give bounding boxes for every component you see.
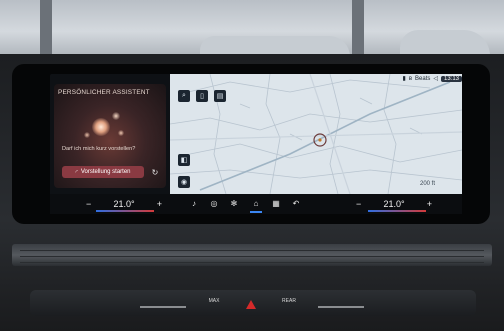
assistant-orb	[118, 130, 124, 136]
apps-button[interactable]: ▦	[268, 197, 284, 209]
showroom-pillar	[40, 0, 52, 60]
media-icon: ▮	[402, 76, 406, 82]
assistant-prompt: Darf ich mich kurz vorstellen?	[62, 146, 136, 152]
showroom-pillar	[352, 0, 364, 60]
layers-icon: ◧	[180, 157, 188, 164]
clock: 13:13	[440, 75, 462, 82]
home-active-indicator	[250, 211, 262, 213]
rear-label: REAR	[282, 298, 296, 304]
assistant-title: PERSÖNLICHER ASSISTENT	[58, 89, 150, 96]
assistant-orb	[92, 118, 110, 136]
back-button[interactable]: ↶	[288, 197, 304, 209]
refresh-icon: ↻	[151, 167, 159, 177]
start-introduction-button[interactable]: ◜ Vorstellung starten	[62, 166, 144, 178]
rear-defrost-button[interactable]: REAR	[278, 298, 300, 304]
home-button[interactable]: ⌂	[248, 197, 264, 209]
music-note-icon: ♪	[192, 198, 196, 208]
left-temp-slider[interactable]	[140, 306, 186, 308]
status-bar: ▮ ʙ Beats ◁ 13:13	[362, 74, 462, 83]
map-compass-button[interactable]: ◉	[178, 176, 190, 188]
bookmark-icon: ▯	[200, 93, 204, 100]
right-temp-minus-button[interactable]: −	[356, 199, 361, 209]
refresh-button[interactable]: ↻	[148, 166, 162, 178]
list-icon: ▤	[216, 93, 224, 100]
profile-name: Beats	[415, 75, 431, 82]
left-temp-indicator	[96, 210, 154, 212]
media-button[interactable]: ♪	[186, 197, 202, 209]
max-defrost-button[interactable]: MAX	[204, 298, 224, 304]
left-temp-value: 21.0°	[113, 199, 135, 209]
apps-grid-icon: ▦	[272, 198, 280, 208]
map-search-button[interactable]: ⌕	[178, 90, 190, 102]
left-temp-plus-button[interactable]: +	[157, 199, 162, 209]
left-temp-minus-button[interactable]: −	[86, 199, 91, 209]
right-temp-value: 21.0°	[383, 199, 405, 209]
right-temp-slider[interactable]	[318, 306, 364, 308]
right-temp-plus-button[interactable]: +	[427, 199, 432, 209]
navigation-button[interactable]: ◎	[206, 197, 222, 209]
vent-slat	[20, 256, 484, 257]
speech-icon: ◜	[75, 169, 78, 176]
right-temp-indicator	[368, 210, 426, 212]
assistant-orb	[112, 112, 120, 120]
search-icon: ⌕	[182, 92, 186, 99]
volume-icon: ◁	[433, 76, 438, 82]
vent-slat	[20, 262, 484, 263]
vent-slat	[20, 250, 484, 251]
map-favorites-button[interactable]: ▯	[196, 90, 208, 102]
start-introduction-label: Vorstellung starten	[80, 169, 131, 175]
assistant-orb	[84, 132, 90, 138]
hazard-warning-button[interactable]	[246, 300, 256, 309]
map-settings-button[interactable]: ▤	[214, 90, 226, 102]
home-icon: ⌂	[253, 198, 259, 208]
map-layers-button[interactable]: ◧	[178, 154, 190, 166]
bluetooth-icon: ʙ	[408, 75, 413, 82]
compass-icon: ◉	[180, 179, 188, 186]
navigation-icon: ◎	[210, 198, 218, 208]
map-scale: 200 ft	[420, 181, 436, 187]
max-label: MAX	[208, 298, 220, 304]
back-arrow-icon: ↶	[292, 198, 300, 208]
climate-button[interactable]: ✻	[226, 197, 242, 209]
fan-icon: ✻	[230, 198, 238, 208]
